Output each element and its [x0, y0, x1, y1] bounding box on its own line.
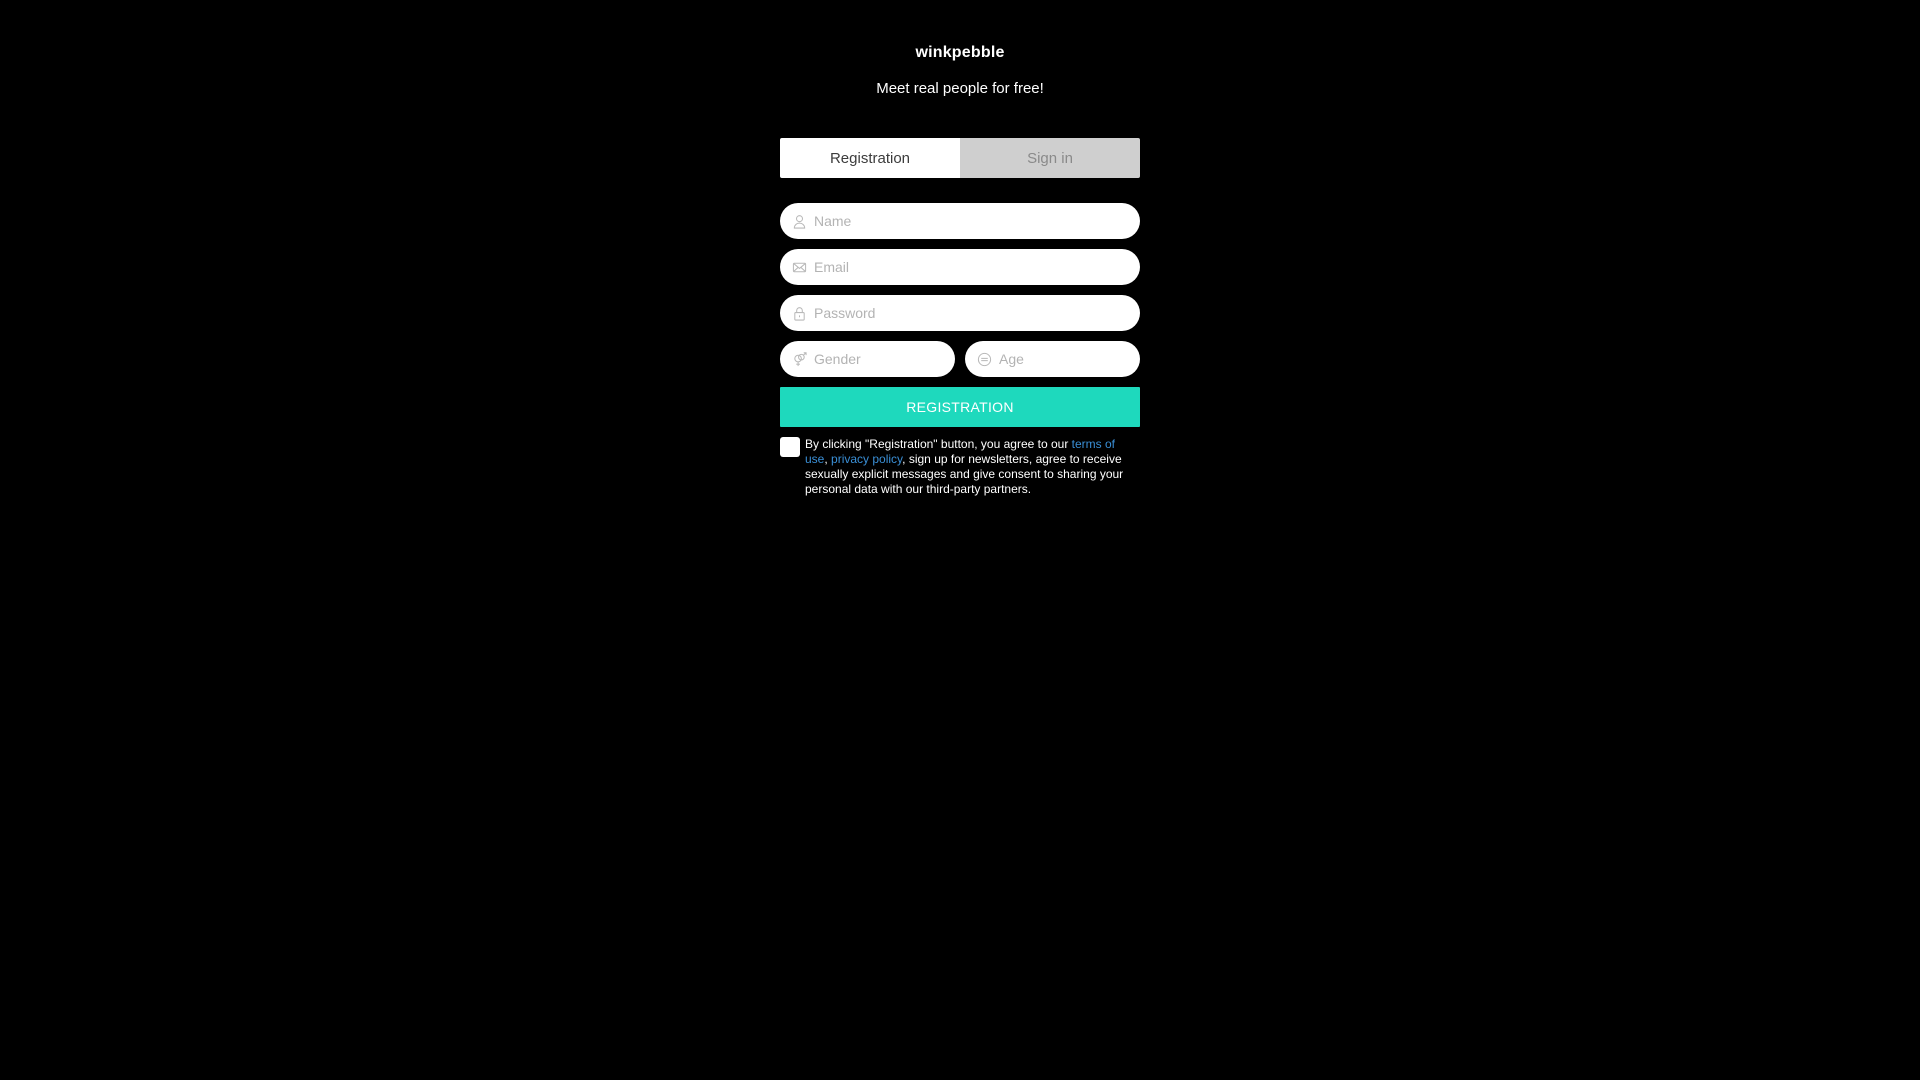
lock-icon: [792, 305, 807, 321]
password-field[interactable]: [780, 295, 1140, 331]
age-select[interactable]: [999, 351, 1140, 367]
age-field[interactable]: [965, 341, 1140, 377]
gender-field[interactable]: [780, 341, 955, 377]
registration-button[interactable]: REGISTRATION: [780, 387, 1140, 427]
gender-icon: [792, 351, 807, 367]
name-input[interactable]: [814, 213, 1140, 229]
tab-sign-in[interactable]: Sign in: [960, 138, 1140, 178]
consent-text-before: By clicking "Registration" button, you a…: [805, 437, 1072, 451]
brand-tagline: Meet real people for free!: [876, 80, 1044, 97]
password-input[interactable]: [814, 305, 1140, 321]
age-icon: [977, 351, 992, 367]
tab-registration[interactable]: Registration: [780, 138, 960, 178]
brand-logo[interactable]: winkpebble: [780, 44, 1140, 62]
consent-block: By clicking "Registration" button, you a…: [780, 437, 1140, 497]
email-input[interactable]: [814, 259, 1140, 275]
envelope-icon: [792, 259, 807, 275]
name-field[interactable]: [780, 203, 1140, 239]
privacy-policy-link[interactable]: privacy policy: [831, 452, 902, 466]
user-icon: [792, 213, 807, 229]
auth-tabs: Registration Sign in: [780, 138, 1140, 178]
consent-checkbox[interactable]: [780, 437, 800, 457]
registration-page: winkpebble Meet real people for free! Re…: [0, 0, 1920, 1080]
gender-select[interactable]: [814, 351, 955, 367]
email-field[interactable]: [780, 249, 1140, 285]
consent-text: By clicking "Registration" button, you a…: [805, 437, 1135, 497]
